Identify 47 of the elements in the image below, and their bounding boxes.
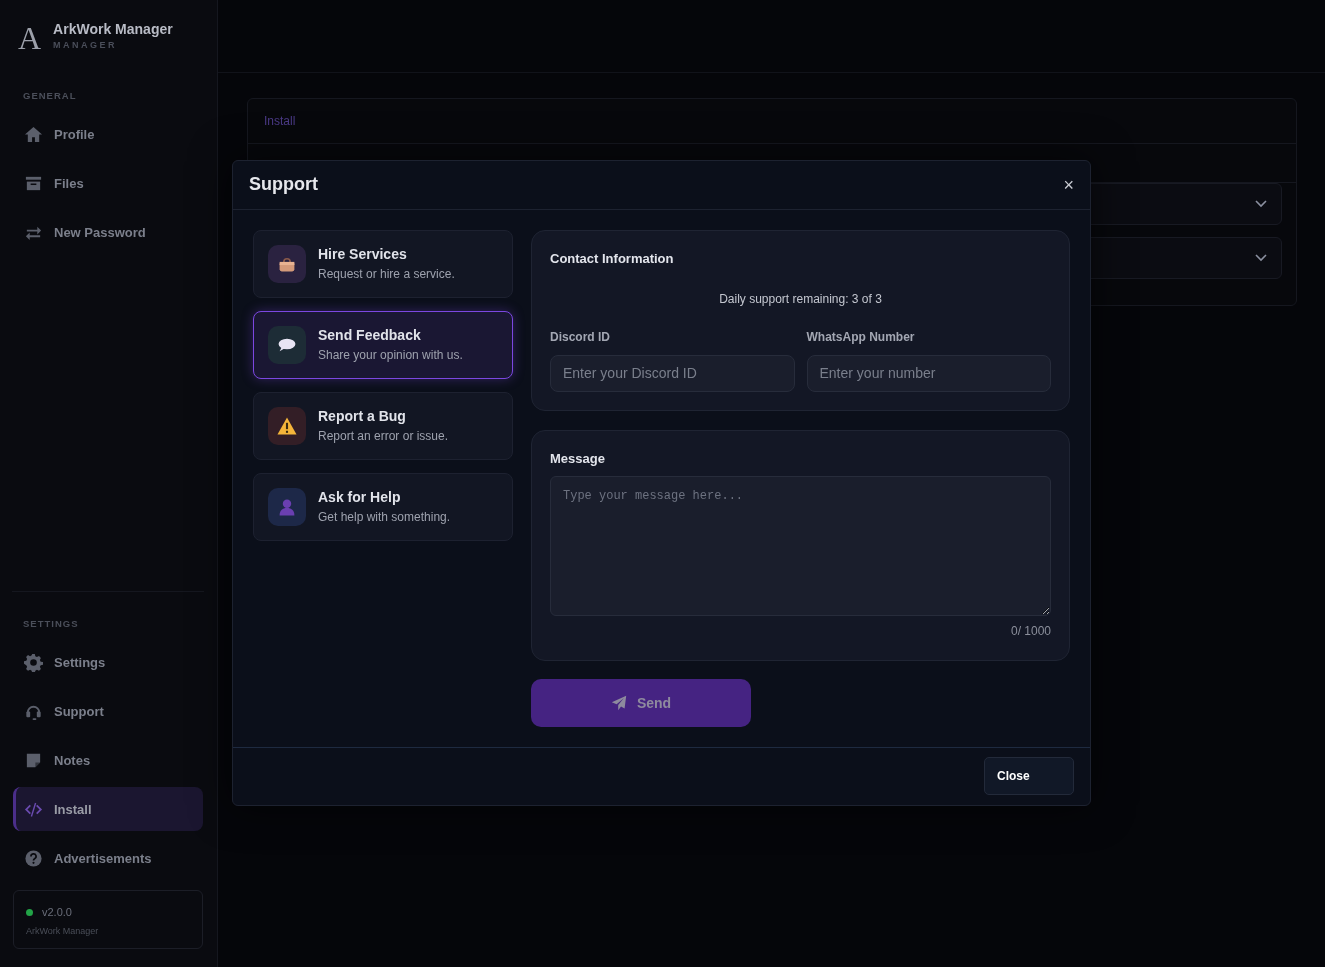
option-icon [268,244,306,283]
option-icon [268,406,306,445]
character-counter: 0/ 1000 [1010,623,1051,638]
nav-item[interactable]: Profile [13,112,203,156]
option-description: Share your opinion with us. [318,348,463,363]
section-heading: SETTINGS [22,618,80,631]
nav-item[interactable]: Notes [13,738,203,782]
option-card[interactable]: Hire Services Request or hire a service. [253,229,513,298]
input-field[interactable]: Enter your number [806,354,1051,392]
section-heading: GENERAL [22,90,78,103]
nav-item[interactable]: New Password [13,210,203,254]
option-card[interactable]: Ask for Help Get help with something. [253,472,513,541]
close-button[interactable]: Close [984,757,1074,796]
nav-icon [24,848,43,868]
logo: A [18,19,42,57]
close-button[interactable]: × [1063,175,1074,194]
option-description: Report an error or issue. [318,429,449,444]
dialog-title: Support [249,174,318,196]
paper-plane-icon [610,694,627,711]
option-title: Send Feedback [318,327,422,344]
nav-icon [24,124,43,144]
option-description: Get help with something. [318,510,451,525]
field-label: WhatsApp Number [806,329,916,344]
nav-item[interactable]: Settings [13,640,203,684]
option-title: Report a Bug [318,408,407,425]
app-subtitle: MANAGER [53,39,119,50]
nav-item[interactable]: Files [13,161,203,205]
option-title: Hire Services [318,246,408,263]
version-label: v2.0.0 [42,906,72,918]
remaining-note: Daily support remaining: 3 of 3 [718,291,883,306]
input-field[interactable]: Enter your Discord ID [550,354,795,392]
panel-heading: Message [550,450,606,466]
app-name: ArkWork Manager [53,20,173,37]
option-card[interactable]: Send Feedback Share your opinion with us. [253,310,513,379]
panel-heading: Contact Information [550,250,675,266]
option-description: Request or hire a service. [318,267,455,282]
nav-item[interactable]: Advertisements [13,836,203,880]
option-title: Ask for Help [318,489,402,506]
message-field[interactable]: Type your message here... [550,475,1051,616]
version-caption: ArkWork Manager [26,926,100,936]
nav-icon [24,652,43,672]
field-label: Discord ID [550,329,611,344]
option-icon [268,325,306,364]
nav-item[interactable]: Install [13,787,203,831]
nav-item[interactable]: Support [13,689,203,733]
option-card[interactable]: Report a Bug Report an error or issue. [253,391,513,460]
option-icon [268,487,306,526]
